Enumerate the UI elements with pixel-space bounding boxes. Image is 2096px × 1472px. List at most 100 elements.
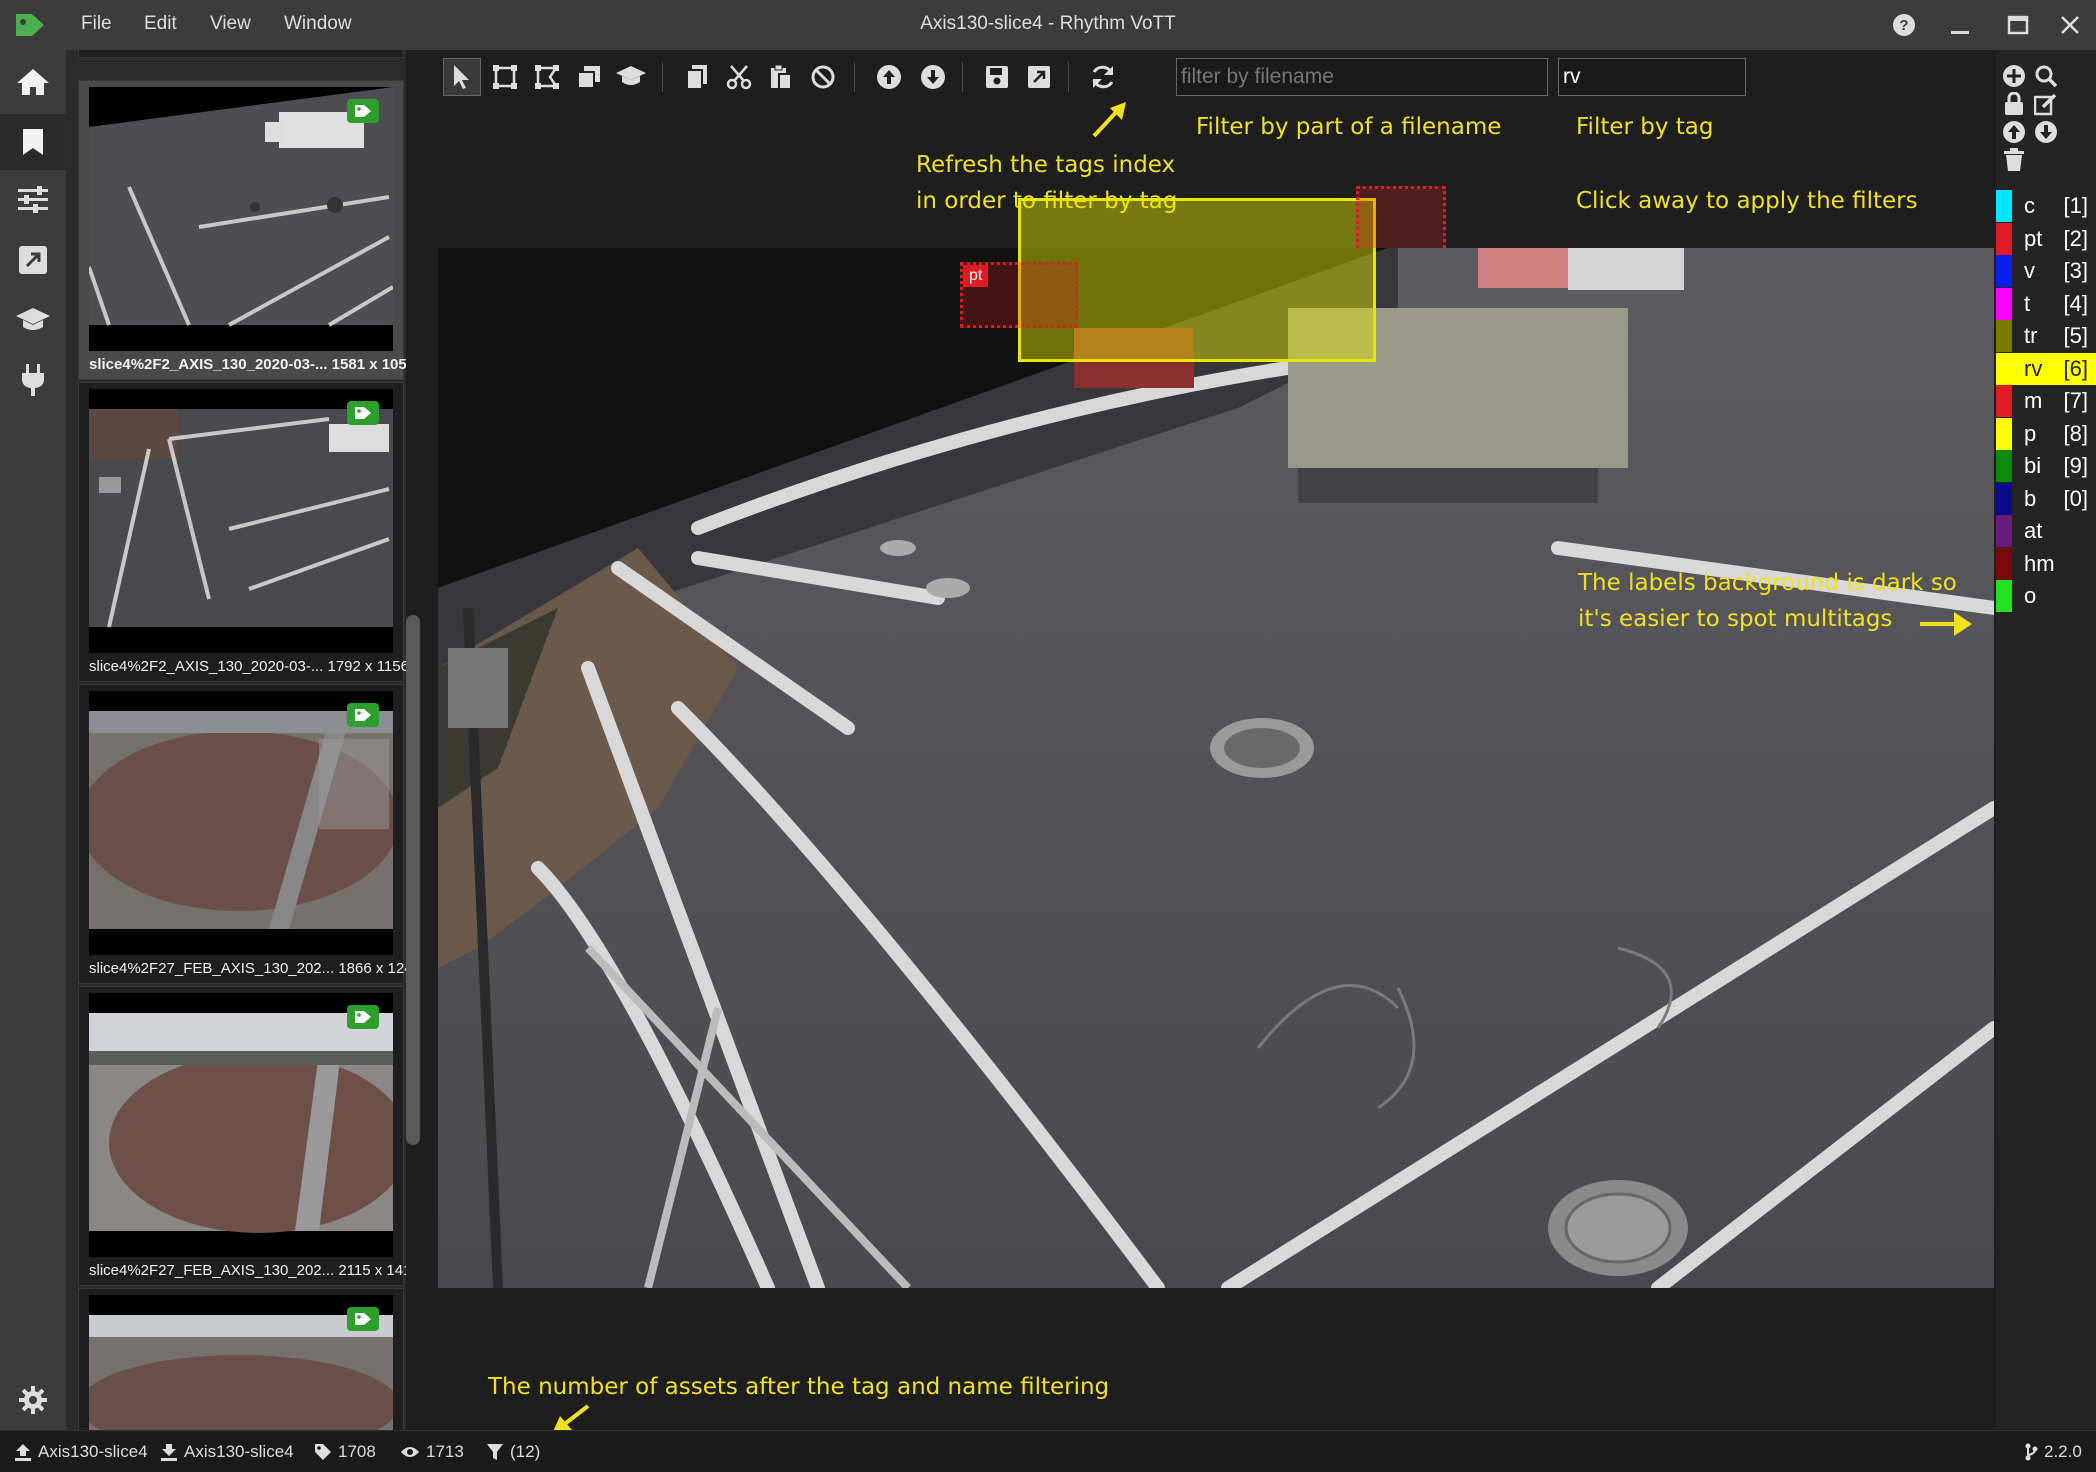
toolbar-separator [1068, 62, 1069, 92]
tag-item-v[interactable]: v [3] [1996, 255, 2096, 287]
tag-item-at[interactable]: at [1996, 515, 2096, 547]
tag-item-o[interactable]: o [1996, 580, 2096, 612]
add-tag-icon[interactable] [2000, 62, 2028, 90]
asset-caption: slice4%2F27_FEB_AXIS_130_202... 1866 x 1… [89, 960, 406, 977]
export-project-icon[interactable] [1020, 58, 1058, 96]
paste-regions-icon[interactable] [762, 58, 800, 96]
upload-icon [15, 1444, 31, 1461]
menu-file[interactable]: File [81, 13, 112, 35]
menu-edit[interactable]: Edit [144, 13, 177, 35]
tag-color-swatch[interactable] [1996, 482, 2012, 515]
lock-tag-icon[interactable] [2000, 90, 2028, 118]
tag-filter-input[interactable] [1558, 58, 1746, 96]
delete-tag-icon[interactable] [2000, 146, 2028, 174]
tag-color-swatch[interactable] [1996, 515, 2012, 547]
bookmark-icon[interactable] [0, 114, 66, 170]
cut-regions-icon[interactable] [720, 58, 758, 96]
tag-color-swatch[interactable] [1996, 385, 2012, 417]
tag-item-b[interactable]: b [0] [1996, 482, 2096, 515]
tag-color-swatch[interactable] [1996, 190, 2012, 222]
asset-list-scrollbar[interactable] [406, 615, 420, 1145]
region-label: pt [963, 265, 989, 287]
tag-badge-icon [347, 99, 379, 123]
remove-all-regions-icon[interactable] [804, 58, 842, 96]
sliders-icon[interactable] [0, 172, 66, 228]
close-button[interactable] [2050, 8, 2090, 42]
move-tag-up-icon[interactable] [2000, 118, 2028, 146]
tag-item-bi[interactable]: bi [9] [1996, 450, 2096, 482]
move-tag-down-icon[interactable] [2032, 118, 2060, 146]
tag-item-hm[interactable]: hm [1996, 547, 2096, 580]
tag-item-c[interactable]: c [1] [1996, 190, 2096, 222]
previous-asset-icon[interactable] [870, 58, 908, 96]
tags-panel: c [1] pt [2] v [3] t [4] tr [5] rv [6] m [7] p [8] bi [9]… [1996, 50, 2096, 1430]
annotation-apply-filters: Click away to apply the filters [1576, 188, 1918, 214]
annotation-tag-filter: Filter by tag [1576, 114, 1714, 140]
copy-regions-icon[interactable] [678, 58, 716, 96]
menu-window[interactable]: Window [284, 13, 352, 35]
app-version: 2.2.0 [2024, 1442, 2082, 1462]
tag-item-p[interactable]: p [8] [1996, 417, 2096, 450]
tag-item-pt[interactable]: pt [2] [1996, 222, 2096, 255]
tag-color-swatch[interactable] [1996, 450, 2012, 482]
asset-card-partial[interactable] [78, 50, 404, 58]
tag-hotkey: [3] [2063, 258, 2088, 283]
asset-card[interactable]: slice4%2F2_AXIS_130_2020-03-... 1792 x 1… [78, 382, 406, 682]
tag-name: p [2024, 420, 2037, 446]
help-icon[interactable]: ? [1884, 8, 1924, 42]
active-learning-icon[interactable] [612, 58, 650, 96]
edit-tag-icon[interactable] [2032, 90, 2060, 118]
select-pointer-icon[interactable] [443, 58, 481, 96]
region-pt[interactable]: pt [960, 262, 1078, 328]
download-icon [161, 1444, 177, 1461]
region-rv-top[interactable] [1018, 198, 1376, 248]
next-asset-icon[interactable] [914, 58, 952, 96]
tag-hotkey: [4] [2063, 290, 2088, 316]
asset-card[interactable]: slice4%2F2_AXIS_130_2020-03-... 1581 x 1… [78, 80, 406, 380]
tag-color-swatch[interactable] [1996, 320, 2012, 352]
tag-name: at [2024, 518, 2043, 543]
left-nav [0, 50, 66, 1430]
eye-icon [401, 1447, 419, 1457]
tag-item-t[interactable]: t [4] [1996, 287, 2096, 320]
tag-color-swatch[interactable] [1996, 222, 2012, 255]
tag-color-swatch[interactable] [1996, 417, 2012, 450]
svg-text:?: ? [1899, 17, 1908, 34]
asset-thumbnail [89, 1295, 393, 1430]
region-pt-top[interactable] [1356, 186, 1446, 248]
asset-card[interactable]: slice4%2F27_FEB_AXIS_130_202... 1866 x 1… [78, 684, 406, 984]
tag-item-m[interactable]: m [7] [1996, 385, 2096, 417]
refresh-tags-index-icon[interactable] [1084, 58, 1122, 96]
asset-card[interactable] [78, 1288, 404, 1430]
settings-gear-icon[interactable] [0, 1372, 66, 1428]
version-value: 2.2.0 [2044, 1442, 2082, 1461]
tag-color-swatch[interactable] [1996, 547, 2012, 580]
filename-filter-input[interactable] [1176, 58, 1548, 96]
filtered-assets-count: (12) [486, 1442, 540, 1462]
menu-view[interactable]: View [210, 13, 251, 35]
minimize-button[interactable] [1940, 8, 1980, 42]
toolbar-separator [962, 62, 963, 92]
copy-rectangle-icon[interactable] [570, 58, 608, 96]
home-icon[interactable] [0, 54, 66, 110]
tag-hotkey: [1] [2063, 193, 2088, 218]
plug-icon[interactable] [0, 352, 66, 408]
search-tags-icon[interactable] [2032, 62, 2060, 90]
image-canvas[interactable]: rv pt pt [438, 248, 1994, 1288]
status-bar: Axis130-slice4 Axis130-slice4 1708 1713 … [0, 1430, 2096, 1472]
toolbar-separator [662, 62, 663, 92]
tag-color-swatch[interactable] [1996, 352, 2012, 385]
asset-caption: slice4%2F27_FEB_AXIS_130_202... 2115 x 1… [89, 1262, 406, 1279]
export-icon[interactable] [0, 232, 66, 288]
draw-polygon-icon[interactable] [528, 58, 566, 96]
tag-item-tr[interactable]: tr [5] [1996, 320, 2096, 352]
tag-color-swatch[interactable] [1996, 580, 2012, 612]
graduation-cap-icon[interactable] [0, 292, 66, 348]
maximize-button[interactable] [1998, 8, 2038, 42]
tag-color-swatch[interactable] [1996, 255, 2012, 287]
tag-item-rv[interactable]: rv [6] [1996, 352, 2096, 385]
save-icon[interactable] [978, 58, 1016, 96]
tag-color-swatch[interactable] [1996, 287, 2012, 320]
asset-card[interactable]: slice4%2F27_FEB_AXIS_130_202... 2115 x 1… [78, 986, 406, 1286]
draw-rectangle-icon[interactable] [486, 58, 524, 96]
